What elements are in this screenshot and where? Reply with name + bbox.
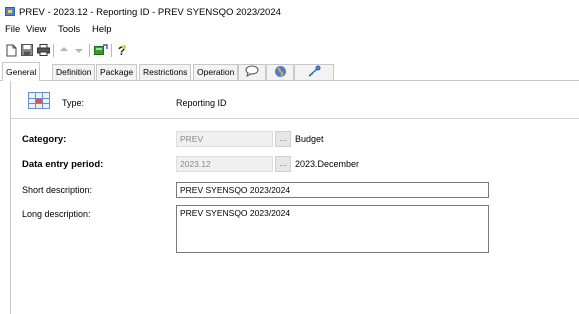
category-label: Category: xyxy=(22,134,67,145)
help-icon[interactable]: ? xyxy=(115,43,129,57)
short-description-input[interactable]: PREV SYENSQO 2023/2024 xyxy=(176,182,489,198)
window-title: PREV - 2023.12 - Reporting ID - PREV SYE… xyxy=(19,7,281,18)
category-field: PREV xyxy=(176,131,273,147)
toolbar-separator xyxy=(89,44,90,57)
print-icon[interactable] xyxy=(36,43,50,57)
tab-global[interactable] xyxy=(266,64,294,80)
arrow-down-icon[interactable] xyxy=(72,43,86,57)
app-icon xyxy=(5,7,15,16)
tab-security[interactable] xyxy=(294,64,334,80)
tab-operation[interactable]: Operation xyxy=(193,64,239,80)
toolbar-separator xyxy=(111,44,112,57)
title-bar: PREV - 2023.12 - Reporting ID - PREV SYE… xyxy=(0,0,579,22)
period-label: Data entry period: xyxy=(22,159,104,170)
table-icon xyxy=(28,92,50,109)
toolbar-separator xyxy=(53,44,54,57)
key-icon xyxy=(308,65,321,77)
menu-help[interactable]: Help xyxy=(92,24,112,35)
period-description: 2023.December xyxy=(295,159,360,169)
export-icon[interactable] xyxy=(94,43,108,57)
arrow-up-icon[interactable] xyxy=(57,43,71,57)
tab-definition[interactable]: Definition xyxy=(52,64,96,80)
tab-bar: General Definition Package Restrictions … xyxy=(0,62,579,81)
tab-package[interactable]: Package xyxy=(96,64,138,80)
toolbar: ? xyxy=(0,41,579,61)
menu-file[interactable]: File xyxy=(5,24,20,35)
short-description-label: Short description: xyxy=(22,185,93,195)
tab-restrictions[interactable]: Restrictions xyxy=(139,64,192,80)
category-description: Budget xyxy=(295,134,324,144)
divider xyxy=(10,118,579,119)
menu-tools[interactable]: Tools xyxy=(58,24,80,35)
panel-border xyxy=(10,80,11,314)
long-description-textarea[interactable]: PREV SYENSQO 2023/2024 xyxy=(176,205,489,253)
period-field: 2023.12 xyxy=(176,156,273,172)
new-document-icon[interactable] xyxy=(4,43,18,57)
menu-view[interactable]: View xyxy=(26,24,46,35)
long-description-label: Long description: xyxy=(22,209,91,219)
globe-icon xyxy=(274,66,286,77)
save-icon[interactable] xyxy=(20,43,34,57)
tab-comments[interactable] xyxy=(238,64,266,80)
tab-general[interactable]: General xyxy=(2,62,41,81)
category-browse-button[interactable]: ... xyxy=(275,131,291,147)
type-value: Reporting ID xyxy=(176,98,227,108)
comment-icon xyxy=(245,65,259,77)
period-browse-button[interactable]: ... xyxy=(275,156,291,172)
type-label: Type: xyxy=(62,98,85,108)
